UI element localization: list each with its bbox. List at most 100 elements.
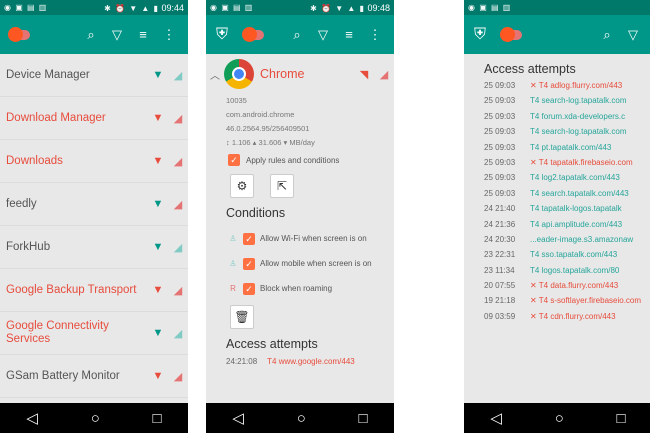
- launch-icon: ⇱: [276, 179, 288, 193]
- log-time: 25 09:03: [484, 142, 516, 152]
- settings-button[interactable]: ⚙: [230, 174, 254, 198]
- home-icon[interactable]: ○: [555, 410, 564, 427]
- roaming-icon: R: [230, 284, 236, 293]
- toolbar: ⌕ ▽ ≡ ⋮: [0, 15, 188, 54]
- log-host: T4 search-log.tapatalk.com: [530, 96, 627, 106]
- app-list-item[interactable]: GSam Battery Monitor ▼ ◢: [0, 355, 188, 398]
- app-name: Google Connectivity Services: [6, 320, 109, 345]
- access-log-row: 24 21:36 T4 api.amplitude.com/443: [464, 220, 650, 235]
- overflow-menu-icon[interactable]: ⋮: [362, 27, 388, 43]
- app-list-item[interactable]: Google Backup Transport ▼ ◢: [0, 269, 188, 312]
- person-icon: ♙: [229, 234, 237, 243]
- overflow-menu-icon[interactable]: ⋮: [156, 27, 182, 43]
- person-icon: ♙: [229, 259, 237, 268]
- condition-checkbox[interactable]: ✓: [243, 232, 255, 245]
- wifi-allowed-icon[interactable]: ▼: [148, 241, 168, 253]
- access-log-row: 25 09:03 ✕ T4 tapatalk.firebaseio.com: [464, 158, 650, 173]
- wifi-allowed-icon[interactable]: ▼: [148, 327, 168, 339]
- enable-toggle[interactable]: [242, 26, 264, 42]
- log-host: T4 tapatalk-logos.tapatalk: [530, 204, 622, 214]
- log-host: T4 pt.tapatalk.com/443: [530, 142, 612, 152]
- log-host: ...eader-image.s3.amazonaw: [530, 234, 634, 244]
- mobile-blocked-icon[interactable]: ◢: [168, 198, 188, 211]
- log-time: 25 09:03: [484, 157, 516, 167]
- app-list-item[interactable]: Device Manager ▼ ◢: [0, 54, 188, 97]
- wifi-blocked-icon[interactable]: ▼: [148, 112, 168, 124]
- mobile-blocked-icon[interactable]: ◢: [374, 68, 394, 81]
- app-name: feedly: [6, 197, 37, 210]
- delete-button[interactable]: 🗑: [230, 305, 254, 329]
- app-list-item[interactable]: ForkHub ▼ ◢: [0, 226, 188, 269]
- app-list-item[interactable]: Google Connectivity Services ▼ ◢: [0, 312, 188, 355]
- apply-rules-row[interactable]: ✓ Apply rules and conditions: [206, 150, 394, 170]
- recents-icon[interactable]: □: [359, 410, 368, 427]
- app-list-item[interactable]: Download Manager ▼ ◢: [0, 97, 188, 140]
- search-icon[interactable]: ⌕: [78, 27, 104, 43]
- mobile-blocked-icon[interactable]: ◢: [168, 370, 188, 383]
- phone-screen-access-log: ◉ ▣ ▤ ▥ ⛨ ⌕ ▽ Access attempts 25 09:03 ✕ …: [464, 0, 650, 433]
- filter-icon[interactable]: ▽: [310, 27, 336, 43]
- search-icon[interactable]: ⌕: [594, 27, 620, 43]
- sort-icon[interactable]: ≡: [130, 27, 156, 42]
- app-list-item[interactable]: Downloads ▼ ◢: [0, 140, 188, 183]
- condition-wifi-screen[interactable]: ♙ ✓ Allow Wi-Fi when screen is on: [206, 226, 394, 251]
- mobile-blocked-icon[interactable]: ◢: [168, 112, 188, 125]
- phone-screen-app-list: ◉ ▣ ▤ ▥ ✱ ⏰ ▼ ▲ ▮ 09:44 ⌕ ▽ ≡ ⋮ Device M…: [0, 0, 188, 433]
- condition-checkbox[interactable]: ✓: [243, 257, 255, 270]
- notification-icons: ◉ ▣ ▤ ▥: [4, 3, 48, 12]
- back-icon[interactable]: ◁: [26, 409, 38, 427]
- shield-icon: ⛨: [473, 25, 486, 43]
- log-host: ✕ T4 s-softlayer.firebaseio.com: [530, 296, 642, 306]
- app-detail: ︿ Chrome ◥ ◢ 10035 com.android.chrome 46…: [206, 54, 394, 403]
- condition-roaming[interactable]: R ✓ Block when roaming: [206, 276, 394, 301]
- app-list-item[interactable]: feedly ▼ ◢: [0, 183, 188, 226]
- log-host: ✕ T4 cdn.flurry.com/443: [530, 311, 616, 321]
- log-time: 19 21:18: [484, 296, 516, 306]
- conditions-heading: Conditions: [226, 206, 286, 220]
- attempt-host: T4 www.google.com/443: [267, 357, 355, 366]
- log-time: 23 22:31: [484, 250, 516, 260]
- mobile-blocked-icon[interactable]: ◢: [168, 284, 188, 297]
- log-time: 20 07:55: [484, 281, 516, 291]
- home-icon[interactable]: ○: [91, 410, 100, 427]
- log-host: T4 search-log.tapatalk.com: [530, 127, 627, 137]
- mobile-allowed-icon[interactable]: ◢: [168, 241, 188, 254]
- log-time: 24 21:40: [484, 204, 516, 214]
- chevron-up-icon[interactable]: ︿: [210, 67, 224, 82]
- log-time: 25 09:03: [484, 127, 516, 137]
- app-header[interactable]: ︿ Chrome ◥ ◢: [206, 54, 394, 94]
- log-host: T4 forum.xda-developers.c: [530, 111, 626, 121]
- wifi-blocked-icon[interactable]: ▼: [148, 284, 168, 296]
- home-icon[interactable]: ○: [297, 410, 306, 427]
- open-app-button[interactable]: ⇱: [270, 174, 294, 198]
- log-host: T4 api.amplitude.com/443: [530, 219, 623, 229]
- enable-toggle[interactable]: [500, 26, 522, 42]
- access-log-row: 25 09:03 T4 search.tapatalk.com/443: [464, 189, 650, 204]
- condition-mobile-screen[interactable]: ♙ ✓ Allow mobile when screen is on: [206, 251, 394, 276]
- mobile-blocked-icon[interactable]: ◢: [168, 155, 188, 168]
- wifi-blocked-icon[interactable]: ▼: [148, 370, 168, 382]
- access-log: Access attempts 25 09:03 ✕ T4 adlog.flurr…: [464, 54, 650, 403]
- wifi-blocked-icon[interactable]: ▼: [148, 155, 168, 167]
- mobile-allowed-icon[interactable]: ◢: [168, 69, 188, 82]
- recents-icon[interactable]: □: [617, 410, 626, 427]
- time-text: 09:48: [367, 2, 390, 13]
- recents-icon[interactable]: □: [153, 410, 162, 427]
- shield-icon: ⛨: [215, 25, 228, 43]
- mobile-allowed-icon[interactable]: ◢: [168, 327, 188, 340]
- filter-icon[interactable]: ▽: [104, 27, 130, 43]
- wifi-blocked-icon[interactable]: ◥: [354, 68, 374, 81]
- search-icon[interactable]: ⌕: [284, 27, 310, 43]
- back-icon[interactable]: ◁: [490, 409, 502, 427]
- back-icon[interactable]: ◁: [232, 409, 244, 427]
- enable-toggle[interactable]: [8, 26, 30, 42]
- sort-icon[interactable]: ≡: [336, 27, 362, 42]
- filter-icon[interactable]: ▽: [620, 27, 646, 43]
- log-time: 25 09:03: [484, 188, 516, 198]
- toolbar: ⛨ ⌕ ▽: [464, 15, 650, 54]
- app-name: Downloads: [6, 154, 63, 167]
- wifi-allowed-icon[interactable]: ▼: [148, 69, 168, 81]
- apply-rules-checkbox[interactable]: ✓: [228, 154, 240, 166]
- condition-checkbox[interactable]: ✓: [243, 282, 255, 295]
- wifi-allowed-icon[interactable]: ▼: [148, 198, 168, 210]
